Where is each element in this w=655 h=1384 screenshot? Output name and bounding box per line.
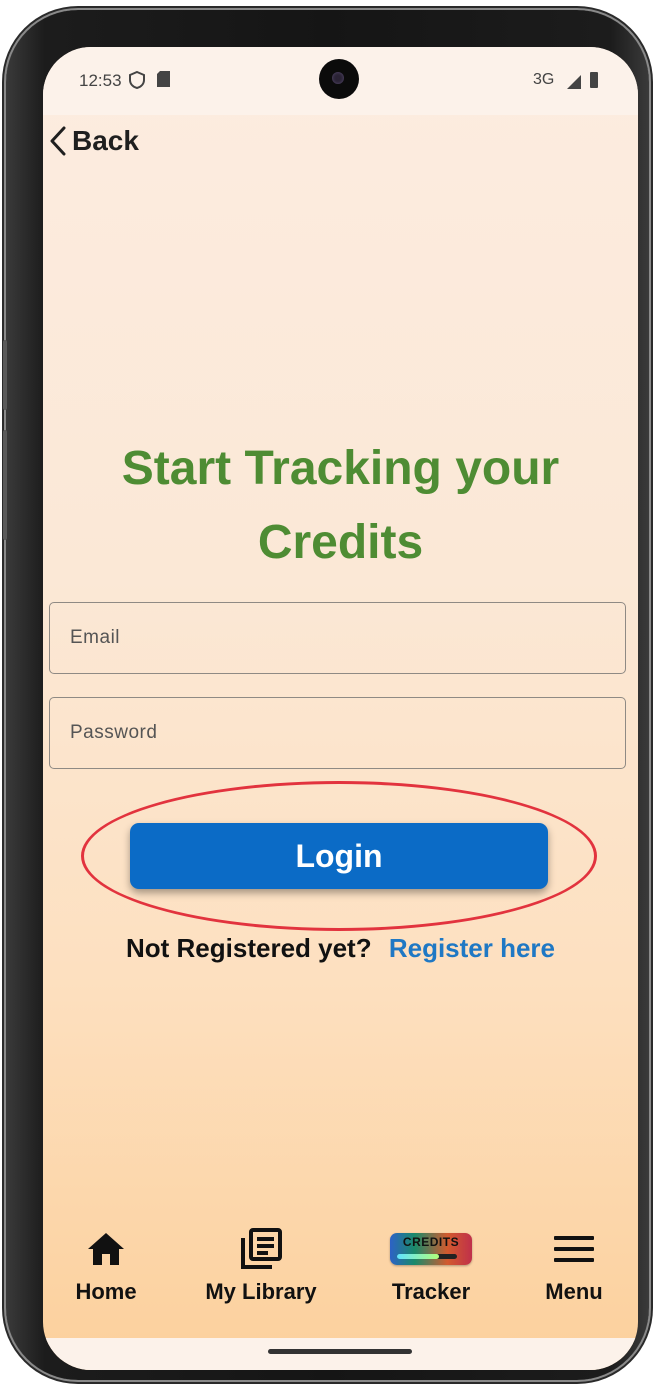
login-button[interactable]: Login [130, 823, 548, 889]
power-button [3, 430, 7, 540]
front-camera [319, 59, 359, 99]
title-line: Credits [257, 516, 424, 569]
volume-button [3, 340, 7, 410]
page-title: Start Tracking your Credits [43, 432, 638, 580]
nav-label: My Library [205, 1279, 317, 1304]
battery-icon [590, 72, 598, 88]
shield-icon [129, 70, 145, 94]
status-bar: 12:53 3G [43, 47, 638, 115]
nav-label: Home [75, 1279, 137, 1304]
email-field[interactable] [49, 602, 626, 674]
nav-item-menu[interactable]: Menu [509, 1227, 638, 1305]
nav-item-home[interactable]: Home [43, 1227, 171, 1305]
password-field[interactable] [49, 697, 626, 769]
signal-icon [567, 75, 581, 89]
hamburger-icon [509, 1227, 638, 1271]
credits-badge-icon: CREDITS [366, 1227, 496, 1271]
nav-label: Menu [545, 1279, 603, 1304]
home-icon [43, 1227, 171, 1271]
phone-frame: 12:53 3G Back Start Tracking your Credit… [3, 10, 649, 1380]
gesture-area [43, 1338, 638, 1370]
nav-item-tracker[interactable]: CREDITS Tracker [366, 1227, 496, 1305]
register-row: Not Registered yet? Register here [43, 933, 638, 964]
nav-item-my-library[interactable]: My Library [196, 1227, 326, 1305]
status-time: 12:53 [79, 71, 122, 90]
title-line: Start Tracking your [121, 442, 560, 495]
register-prompt: Not Registered yet? [125, 933, 372, 963]
credits-badge-text: CREDITS [402, 1235, 460, 1249]
nav-label: Tracker [391, 1279, 471, 1304]
bottom-nav: Home My Library CREDITS Tracker Menu [43, 1227, 638, 1342]
chevron-left-icon [50, 126, 66, 156]
network-type: 3G [533, 71, 555, 88]
back-button[interactable]: Back [48, 121, 139, 161]
library-icon [196, 1227, 326, 1271]
back-label: Back [72, 125, 139, 156]
gesture-handle[interactable] [268, 1349, 412, 1354]
app-screen: 12:53 3G Back Start Tracking your Credit… [43, 47, 638, 1370]
register-link[interactable]: Register here [389, 933, 555, 963]
sd-card-icon [157, 71, 170, 92]
